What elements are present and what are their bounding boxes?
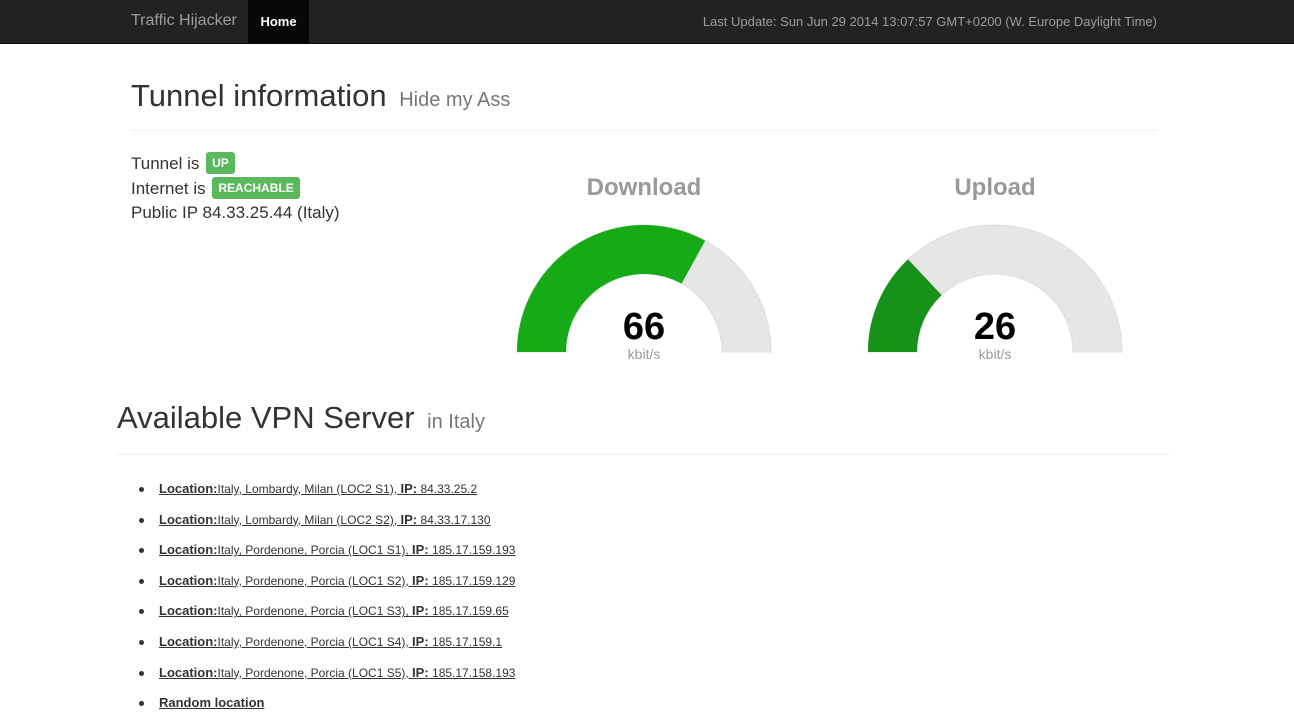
divider	[131, 130, 1157, 131]
server-list-item: Random location	[137, 694, 515, 725]
server-link[interactable]: Location:Italy, Pordenone, Porcia (LOC1 …	[159, 603, 509, 618]
server-list-item: Location:Italy, Lombardy, Milan (LOC2 S1…	[137, 480, 515, 511]
nav-home-link[interactable]: Home	[248, 0, 309, 43]
tunnel-subtitle: Hide my Ass	[399, 89, 511, 111]
upload-gauge-value: 26	[973, 306, 1017, 348]
internet-status-line: Internet is REACHABLE	[131, 177, 300, 199]
server-link[interactable]: Location:Italy, Pordenone, Porcia (LOC1 …	[159, 665, 515, 680]
server-list-item: Location:Italy, Lombardy, Milan (LOC2 S2…	[137, 511, 515, 542]
download-gauge-value: 66	[622, 306, 666, 348]
random-location-link[interactable]: Random location	[159, 695, 264, 710]
internet-status-badge: REACHABLE	[212, 177, 300, 199]
upload-gauge-unit: kbit/s	[978, 346, 1012, 362]
last-update-text: Last Update: Sun Jun 29 2014 13:07:57 GM…	[702, 14, 1157, 29]
servers-subtitle: in Italy	[427, 411, 485, 433]
download-gauge-unit: kbit/s	[627, 346, 661, 362]
server-list-item: Location:Italy, Pordenone, Porcia (LOC1 …	[137, 541, 515, 572]
server-link[interactable]: Location:Italy, Lombardy, Milan (LOC2 S2…	[159, 512, 491, 527]
navbar: Traffic Hijacker Home Last Update: Sun J…	[0, 0, 1294, 44]
tunnel-label: Tunnel is	[131, 154, 200, 173]
servers-title: Available VPN Server	[117, 400, 415, 435]
server-link[interactable]: Location:Italy, Pordenone, Porcia (LOC1 …	[159, 573, 515, 588]
server-list: Location:Italy, Lombardy, Milan (LOC2 S1…	[137, 480, 515, 725]
public-ip-line: Public IP 84.33.25.44 (Italy)	[131, 203, 340, 222]
server-link[interactable]: Location:Italy, Pordenone, Porcia (LOC1 …	[159, 542, 515, 557]
server-list-item: Location:Italy, Pordenone, Porcia (LOC1 …	[137, 602, 515, 633]
divider	[117, 454, 1169, 455]
servers-heading: Available VPN Server in Italy	[117, 400, 485, 436]
tunnel-heading: Tunnel information Hide my Ass	[131, 78, 510, 114]
tunnel-status-badge: UP	[206, 152, 235, 174]
tunnel-title: Tunnel information	[131, 78, 387, 113]
upload-gauge-title: Upload	[954, 174, 1036, 201]
internet-label: Internet is	[131, 179, 206, 198]
server-link[interactable]: Location:Italy, Lombardy, Milan (LOC2 S1…	[159, 481, 477, 496]
server-link[interactable]: Location:Italy, Pordenone, Porcia (LOC1 …	[159, 634, 502, 649]
server-list-item: Location:Italy, Pordenone, Porcia (LOC1 …	[137, 633, 515, 664]
tunnel-status-line: Tunnel is UP	[131, 152, 235, 174]
download-gauge-title: Download	[586, 174, 702, 201]
server-list-item: Location:Italy, Pordenone, Porcia (LOC1 …	[137, 572, 515, 603]
server-list-item: Location:Italy, Pordenone, Porcia (LOC1 …	[137, 664, 515, 695]
download-gauge: Download 66 kbit/s	[514, 170, 774, 370]
brand-link[interactable]: Traffic Hijacker	[131, 12, 237, 30]
upload-gauge: Upload 26 kbit/s	[865, 170, 1125, 370]
